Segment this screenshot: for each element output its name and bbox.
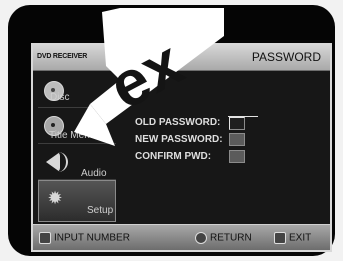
- sound-waves-icon: [52, 152, 68, 172]
- exit-button[interactable]: EXIT: [274, 232, 311, 244]
- return-icon: [195, 232, 207, 244]
- new-password-field[interactable]: [229, 133, 245, 146]
- return-button[interactable]: RETURN: [195, 232, 252, 244]
- number-pad-icon: [39, 232, 51, 244]
- sidebar-item-audio[interactable]: Audio: [38, 144, 116, 180]
- exit-label: EXIT: [289, 232, 312, 244]
- sidebar-item-setup[interactable]: ✹ Setup: [38, 180, 116, 222]
- watermark-overlay: ex: [74, 8, 224, 146]
- input-number-hint[interactable]: INPUT NUMBER: [39, 232, 130, 244]
- return-label: RETURN: [210, 232, 252, 244]
- input-number-label: INPUT NUMBER: [54, 232, 130, 244]
- gear-icon: ✹: [47, 188, 63, 208]
- sidebar-item-label: Setup: [87, 205, 114, 216]
- page-title: PASSWORD: [251, 50, 321, 64]
- sidebar-item-label: Disc: [50, 92, 70, 103]
- old-password-field[interactable]: [228, 116, 258, 130]
- confirm-password-label: CONFIRM PWD:: [135, 151, 212, 162]
- exit-icon: [274, 232, 286, 244]
- sidebar-item-label: Audio: [81, 168, 107, 179]
- bottom-bar: INPUT NUMBER RETURN EXIT: [33, 224, 330, 250]
- confirm-password-field[interactable]: [229, 150, 245, 163]
